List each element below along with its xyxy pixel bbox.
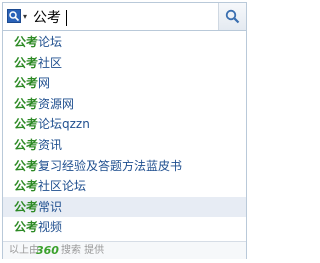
suggestion-keyword: 公考: [14, 220, 39, 235]
suggestion-item[interactable]: 公考视频: [3, 217, 246, 238]
suggestion-item[interactable]: 公考社区: [3, 53, 246, 74]
suggestion-keyword: 公考: [14, 96, 39, 111]
suggestion-keyword: 公考: [14, 138, 39, 152]
engine-dropdown-caret-icon[interactable]: ▾: [23, 12, 27, 21]
suggestion-keyword: 公考: [14, 158, 39, 173]
search-input[interactable]: [33, 7, 183, 27]
suggestion-item-selected[interactable]: 公考常识: [3, 196, 246, 218]
footer-prefix: 以上由: [9, 245, 39, 256]
suggestion-rest: 社区: [38, 55, 63, 70]
suggestion-rest: 论坛qzzn: [38, 117, 90, 132]
brand-360-logo[interactable]: 360: [36, 242, 59, 259]
suggestion-keyword: 公考: [14, 179, 39, 194]
suggestion-rest: 社区论坛: [38, 179, 87, 194]
search-button[interactable]: [218, 3, 246, 30]
text-cursor: [66, 10, 67, 26]
suggestion-keyword: 公考: [14, 76, 39, 91]
suggestion-rest: 论坛: [38, 35, 63, 49]
suggestion-item[interactable]: 公考论坛: [3, 32, 246, 53]
search-bar: ▾: [2, 2, 247, 31]
suggestion-rest: 资讯: [38, 138, 63, 152]
suggestion-rest: 网: [38, 76, 51, 91]
suggestion-rest: 复习经验及答题方法蓝皮书: [38, 158, 183, 173]
search-icon: [225, 9, 240, 24]
suggestion-rest: 视频: [38, 220, 63, 235]
suggestion-rest: 常识: [38, 199, 63, 214]
suggestion-keyword: 公考: [14, 117, 39, 132]
suggestion-item[interactable]: 公考社区论坛: [3, 176, 246, 197]
suggestion-item[interactable]: 公考资讯: [3, 135, 246, 156]
suggestion-item[interactable]: 公考论坛qzzn: [3, 114, 246, 135]
suggestion-keyword: 公考: [14, 35, 39, 49]
suggestion-item[interactable]: 公考复习经验及答题方法蓝皮书: [3, 156, 246, 177]
suggestion-dropdown: 公考论坛 公考社区 公考网 公考资源网 公考论坛qzzn 公考资讯 公考复习经验…: [2, 31, 247, 259]
suggestion-rest: 资源网: [38, 96, 75, 111]
suggestion-keyword: 公考: [14, 55, 39, 70]
suggestion-item[interactable]: 公考网: [3, 73, 246, 94]
suggestion-item[interactable]: 公考资源网: [3, 94, 246, 115]
suggestion-keyword: 公考: [14, 199, 39, 214]
magnifier-engine-icon[interactable]: [7, 9, 21, 23]
footer-suffix: 搜索 提供: [61, 245, 105, 256]
provider-footer: 以上由 360 搜索 提供: [3, 241, 246, 259]
